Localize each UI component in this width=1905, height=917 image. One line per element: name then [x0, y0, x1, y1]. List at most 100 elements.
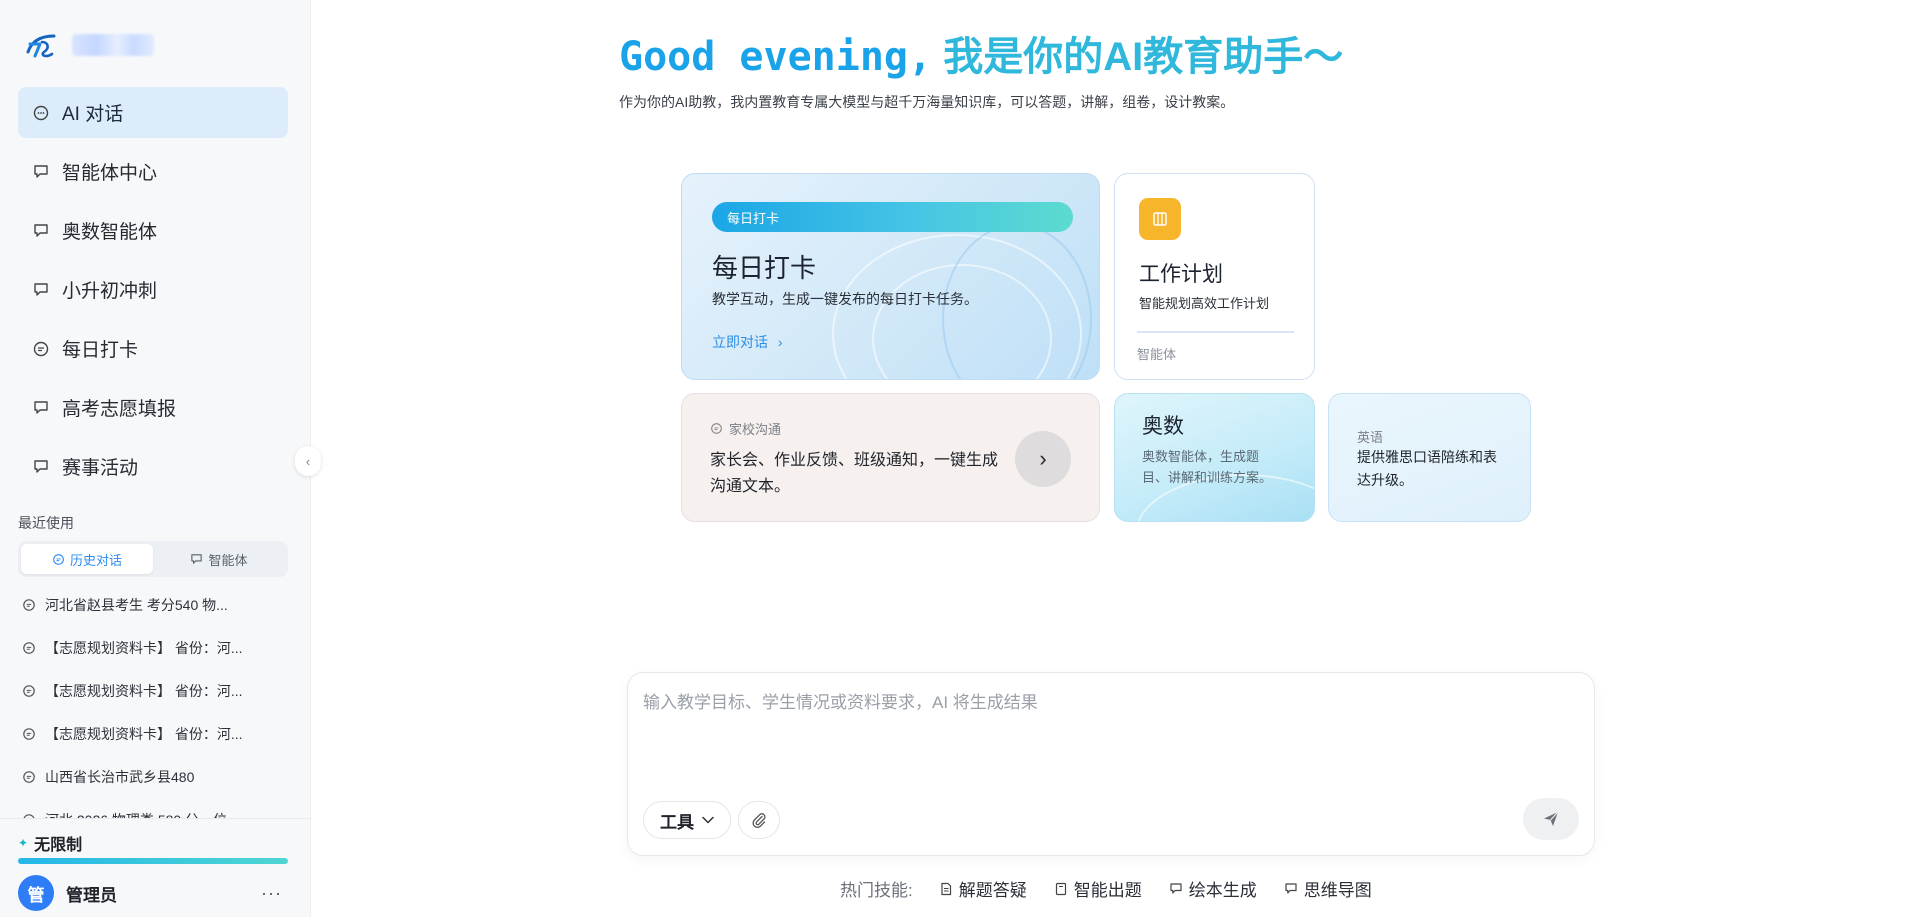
card-description: 智能规划高效工作计划: [1139, 296, 1270, 311]
page-subtitle: 作为你的AI助教，我内置教育专属大模型与超千万海量知识库，可以答题，讲解，组卷，…: [619, 94, 1235, 110]
card-description: 教学互动，生成一键发布的每日打卡任务。: [712, 291, 978, 307]
hot-skills: 热门技能: 解题答疑 智能出题 绘本生成 思维导图: [840, 876, 1399, 901]
logo-icon: [26, 34, 56, 58]
plan-status: ✦ 无限制: [18, 831, 82, 855]
card-tag: 智能体: [1137, 347, 1177, 362]
history-item[interactable]: 河北省赵县考生 考分540 物...: [22, 583, 292, 626]
tools-dropdown[interactable]: 工具: [643, 801, 731, 839]
card-title: 奥数: [1142, 415, 1184, 438]
nav-item-label: 高考志愿填报: [62, 399, 177, 420]
chevron-down-icon: [702, 813, 714, 827]
agent-board-icon: [34, 459, 48, 473]
agent-board-icon: [1170, 882, 1182, 894]
prompt-input[interactable]: [643, 688, 1573, 758]
greeting-en: Good evening,: [619, 34, 933, 80]
chat-bubble-icon: [53, 553, 64, 565]
agent-board-icon: [34, 400, 48, 414]
nav-item-label: 赛事活动: [62, 458, 139, 479]
collapse-sidebar-button[interactable]: ‹: [295, 446, 321, 476]
attach-button[interactable]: [738, 801, 780, 839]
plan-progress-bar: [18, 858, 288, 864]
tab-agents[interactable]: 智能体: [153, 544, 285, 574]
paperclip-icon: [752, 813, 766, 828]
card-math-olympiad[interactable]: 奥数 奥数智能体，生成题目、讲解和训练方案。: [1114, 393, 1315, 522]
nav-item-label: AI 对话: [62, 104, 124, 125]
chevron-left-icon: ‹: [305, 453, 311, 469]
card-description: 奥数智能体，生成题目、讲解和训练方案。: [1142, 449, 1273, 485]
calendar-icon: [1139, 198, 1181, 240]
user-profile[interactable]: 管 管理员 ···: [18, 875, 288, 911]
nav-item-agent-center[interactable]: 智能体中心: [18, 146, 288, 197]
main-nav: AI 对话 智能体中心 奥数智能体 小升初冲刺 每日打卡 高考志愿填报 赛事活动: [18, 87, 288, 500]
nav-item-daily-checkin[interactable]: 每日打卡: [18, 323, 288, 374]
card-tag: 英语: [1357, 430, 1384, 445]
plan-label: 无限制: [34, 837, 83, 854]
history-item-label: 山西省长治市武乡县480: [45, 768, 195, 785]
tab-history-label: 历史对话: [69, 552, 122, 568]
chevron-right-icon: ›: [1039, 446, 1047, 471]
history-item[interactable]: 山西省长治市武乡县480: [22, 755, 292, 798]
sidebar: AI 对话 智能体中心 奥数智能体 小升初冲刺 每日打卡 高考志愿填报 赛事活动…: [0, 0, 311, 917]
history-list: 河北省赵县考生 考分540 物... 【志愿规划资料卡】 省份：河... 【志愿…: [22, 583, 292, 818]
chat-bubble-icon: [23, 684, 35, 697]
card-description: 家长会、作业反馈、班级通知，一键生成沟通文本。: [710, 452, 999, 495]
greeting-cn: 我是你的AI教育助手～: [943, 35, 1344, 79]
tab-agents-label: 智能体: [208, 552, 248, 568]
card-daily-checkin[interactable]: 每日打卡 每日打卡 教学互动，生成一键发布的每日打卡任务。 立即对话 ›: [681, 173, 1100, 380]
nav-item-math-agent[interactable]: 奥数智能体: [18, 205, 288, 256]
book-icon: [1055, 882, 1066, 895]
brand-name-redacted: [72, 34, 154, 56]
history-item[interactable]: 【志愿规划资料卡】 省份：河...: [22, 669, 292, 712]
tab-history[interactable]: 历史对话: [21, 544, 153, 574]
hot-skills-label: 热门技能:: [840, 881, 913, 900]
card-english[interactable]: 英语 提供雅思口语陪练和表达升级。: [1328, 393, 1531, 522]
card-badge: 每日打卡: [712, 202, 1073, 232]
card-home-school[interactable]: 家校沟通 家长会、作业反馈、班级通知，一键生成沟通文本。 ›: [681, 393, 1100, 522]
skill-picture-book[interactable]: 绘本生成: [1169, 876, 1257, 901]
brand[interactable]: [24, 30, 154, 60]
card-tag-label: 家校沟通: [729, 422, 782, 437]
history-item-label: 【志愿规划资料卡】 省份：河...: [45, 639, 243, 656]
history-item[interactable]: 【志愿规划资料卡】 省份：河...: [22, 626, 292, 669]
skill-mind-map[interactable]: 思维导图: [1284, 876, 1372, 901]
document-icon: [941, 882, 951, 895]
avatar: 管: [18, 875, 54, 911]
chat-bubble-icon: [23, 727, 35, 740]
skill-label: 智能出题: [1073, 881, 1142, 900]
nav-item-xiaoshengchu[interactable]: 小升初冲刺: [18, 264, 288, 315]
divider: [1137, 331, 1294, 333]
agent-board-icon: [191, 553, 203, 564]
history-item[interactable]: 【志愿规划资料卡】 省份：河...: [22, 712, 292, 755]
more-options-icon[interactable]: ···: [261, 883, 282, 904]
nav-item-events[interactable]: 赛事活动: [18, 441, 288, 492]
history-item-label: 河北省赵县考生 考分540 物...: [45, 596, 228, 613]
history-item-label: 【志愿规划资料卡】 省份：河...: [45, 725, 243, 742]
nav-item-ai-chat[interactable]: AI 对话: [18, 87, 288, 138]
start-chat-link[interactable]: 立即对话 ›: [712, 332, 783, 352]
card-title: 工作计划: [1139, 263, 1223, 286]
greeting: Good evening, 我是你的AI教育助手～: [619, 24, 1343, 82]
sparkle-icon: ✦: [18, 836, 29, 850]
card-description: 提供雅思口语陪练和表达升级。: [1357, 449, 1497, 488]
chat-bubble-icon: [23, 641, 35, 654]
send-button[interactable]: [1523, 798, 1579, 840]
skill-question-gen[interactable]: 智能出题: [1054, 876, 1142, 901]
nav-item-label: 奥数智能体: [62, 222, 158, 243]
go-button[interactable]: ›: [1015, 431, 1071, 487]
history-item-label: 河北 2026 物理类 580 分，位...: [45, 810, 239, 819]
user-name: 管理员: [66, 885, 117, 905]
chat-bubble-icon: [23, 770, 35, 783]
history-item[interactable]: 河北 2026 物理类 580 分，位...: [22, 798, 292, 818]
chat-bubble-icon: [33, 105, 49, 120]
nav-item-gaokao[interactable]: 高考志愿填报: [18, 382, 288, 433]
recent-title: 最近使用: [18, 515, 74, 531]
skill-label: 绘本生成: [1188, 881, 1257, 900]
skill-label: 思维导图: [1303, 881, 1372, 900]
card-work-plan[interactable]: 工作计划 智能规划高效工作计划 智能体: [1114, 173, 1315, 380]
card-title: 每日打卡: [712, 253, 817, 283]
agent-board-icon: [1285, 882, 1297, 894]
history-tabs: 历史对话 智能体: [18, 541, 288, 577]
send-icon: [1544, 811, 1559, 826]
tools-label: 工具: [660, 812, 694, 832]
skill-solve[interactable]: 解题答疑: [939, 876, 1027, 901]
